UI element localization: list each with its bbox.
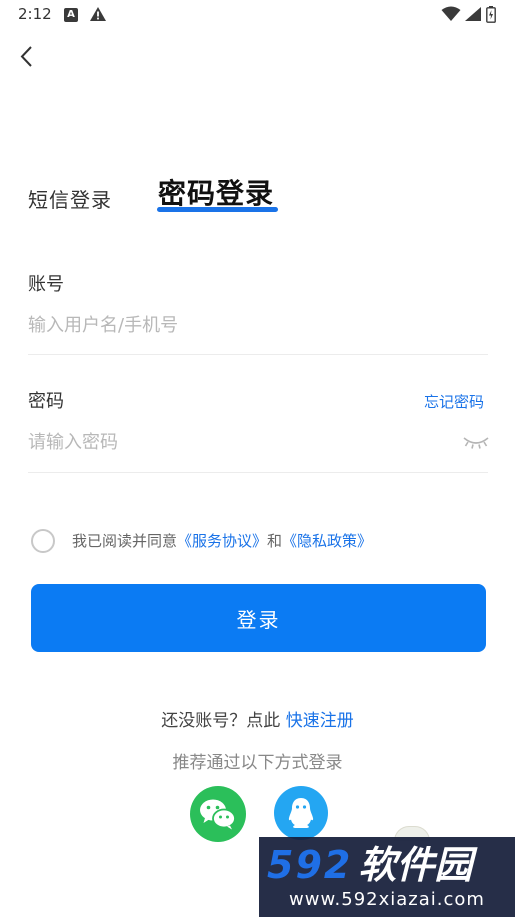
privacy-policy-link[interactable]: 《隐私政策》 bbox=[282, 532, 372, 550]
warning-icon bbox=[90, 7, 106, 21]
signal-icon bbox=[465, 7, 481, 21]
watermark-number: 592 bbox=[267, 843, 353, 887]
qq-penguin-icon bbox=[288, 798, 314, 828]
quick-register-link[interactable]: 快速注册 bbox=[286, 711, 354, 731]
watermark-url: www.592xiazai.com bbox=[289, 889, 485, 910]
wechat-login-button[interactable] bbox=[190, 786, 246, 842]
status-bar: 2:12 A bbox=[0, 0, 515, 32]
site-watermark: 592 软件园 www.592xiazai.com bbox=[259, 837, 515, 917]
a-box-icon: A bbox=[64, 8, 78, 22]
chevron-left-icon bbox=[20, 46, 32, 67]
tab-password-login[interactable]: 密码登录 bbox=[158, 172, 274, 212]
battery-icon bbox=[486, 6, 496, 23]
alt-login-text: 推荐通过以下方式登录 bbox=[172, 753, 343, 773]
password-divider bbox=[28, 472, 488, 473]
tab-sms-login[interactable]: 短信登录 bbox=[28, 184, 112, 213]
wifi-icon bbox=[441, 6, 461, 21]
watermark-name: 软件园 bbox=[358, 843, 473, 887]
status-time: 2:12 bbox=[18, 5, 52, 23]
account-input[interactable] bbox=[28, 305, 488, 345]
password-visibility-toggle[interactable] bbox=[462, 434, 490, 454]
back-button[interactable] bbox=[12, 40, 46, 74]
login-button[interactable]: 登录 bbox=[31, 584, 486, 652]
account-divider bbox=[28, 354, 488, 355]
active-tab-underline bbox=[157, 207, 278, 212]
password-input[interactable] bbox=[28, 422, 448, 462]
password-label: 密码 bbox=[28, 391, 64, 412]
agreement-checkbox[interactable] bbox=[31, 529, 55, 553]
forgot-password-link[interactable]: 忘记密码 bbox=[424, 391, 484, 412]
service-agreement-link[interactable]: 《服务协议》 bbox=[177, 532, 267, 550]
watermark-title: 592 软件园 bbox=[267, 843, 472, 887]
qq-login-button[interactable] bbox=[274, 786, 328, 840]
account-label: 账号 bbox=[28, 274, 64, 295]
agreement-prefix: 我已阅读并同意 bbox=[72, 532, 178, 550]
agreement-and: 和 bbox=[267, 532, 283, 550]
register-prompt-text: 还没账号？点此 bbox=[161, 711, 281, 731]
register-prompt: 还没账号？点此 快速注册 bbox=[0, 706, 515, 731]
wechat-icon bbox=[200, 799, 236, 830]
eye-closed-icon bbox=[463, 437, 489, 449]
agreement-text: 我已阅读并同意《服务协议》和《隐私政策》 bbox=[72, 530, 372, 551]
